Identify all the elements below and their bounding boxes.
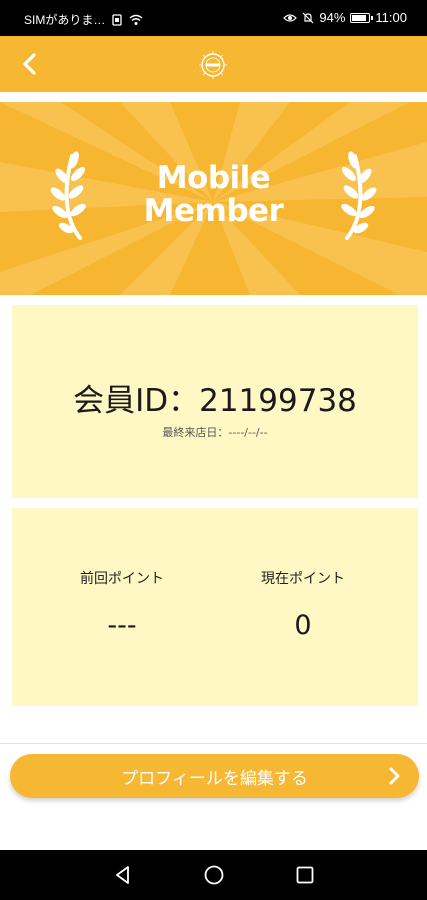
battery-fill xyxy=(352,14,367,21)
laurel-right-icon xyxy=(341,151,377,240)
chevron-left-icon xyxy=(23,53,36,75)
member-logo-icon xyxy=(199,51,227,79)
mute-bell-icon xyxy=(302,12,314,23)
carrier-text: SIMがありま… xyxy=(24,13,106,27)
previous-points: 前回ポイント --- xyxy=(47,568,197,641)
edit-profile-button[interactable]: プロフィールを編集する xyxy=(10,754,419,798)
app-header xyxy=(0,36,427,92)
member-banner: Mobile Member xyxy=(0,102,427,295)
eye-icon xyxy=(283,13,298,22)
battery-icon xyxy=(350,12,374,23)
current-points: 現在ポイント 0 xyxy=(228,568,378,641)
status-left: SIMがありま… xyxy=(24,11,143,28)
divider xyxy=(0,743,427,744)
sim-icon xyxy=(112,13,122,26)
member-id: 会員ID：21199738 xyxy=(73,383,357,419)
wifi-icon xyxy=(129,14,143,25)
edit-profile-label: プロフィールを編集する xyxy=(121,768,308,789)
current-points-value: 0 xyxy=(294,610,312,641)
chevron-right-icon xyxy=(389,767,400,785)
points-card: 前回ポイント --- 現在ポイント 0 xyxy=(12,508,418,706)
current-points-label: 現在ポイント xyxy=(261,571,345,587)
previous-points-label: 前回ポイント xyxy=(80,571,164,587)
back-button[interactable] xyxy=(14,48,46,80)
header-gap xyxy=(0,92,427,102)
nav-recent-apps-icon[interactable] xyxy=(294,864,316,886)
status-bar: SIMがありま… 94% 11:00 xyxy=(0,0,427,36)
member-id-card: 会員ID：21199738 最終来店日：----/--/-- xyxy=(12,305,418,498)
last-visit-date: 最終来店日：----/--/-- xyxy=(162,426,268,439)
status-right: 94% 11:00 xyxy=(283,10,407,25)
clock: 11:00 xyxy=(375,10,407,25)
system-nav-bar xyxy=(0,850,427,900)
nav-home-icon[interactable] xyxy=(203,864,225,886)
battery-percent: 94% xyxy=(319,10,346,25)
nav-back-icon[interactable] xyxy=(112,864,134,886)
previous-points-value: --- xyxy=(107,610,137,641)
